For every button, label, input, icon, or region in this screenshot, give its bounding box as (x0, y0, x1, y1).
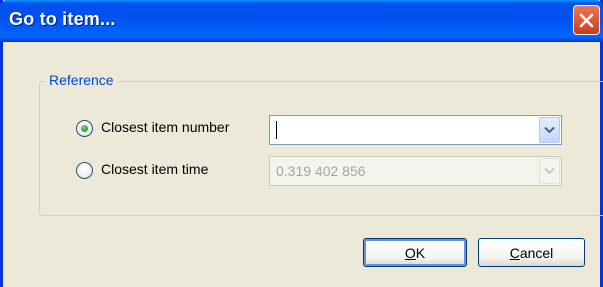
closest-item-time-radio[interactable] (76, 162, 93, 179)
chevron-down-icon (544, 162, 555, 180)
chevron-down-icon (544, 121, 555, 139)
ok-label-rest: K (415, 244, 426, 261)
ok-button[interactable]: OK (363, 238, 467, 267)
cancel-button[interactable]: Cancel (478, 238, 585, 267)
radio-selected-dot (81, 125, 88, 132)
item-time-dropdown-button[interactable] (539, 158, 560, 184)
item-time-value: 0.319 402 856 (276, 163, 366, 179)
text-caret (276, 121, 277, 139)
reference-groupbox (39, 81, 603, 216)
item-number-combobox[interactable] (269, 115, 562, 145)
window-title: Go to item... (9, 9, 116, 29)
dialog-window: Go to item... Reference Closest item num… (0, 0, 603, 287)
closest-item-number-radio[interactable] (76, 120, 93, 137)
item-number-dropdown-button[interactable] (539, 117, 560, 143)
cancel-mnemonic: C (509, 244, 520, 261)
item-time-combobox[interactable]: 0.319 402 856 (269, 156, 562, 186)
reference-group-label: Reference (45, 72, 118, 88)
close-icon (579, 13, 594, 28)
closest-item-number-label[interactable]: Closest item number (101, 119, 229, 135)
ok-mnemonic: O (404, 244, 416, 261)
close-button[interactable] (573, 5, 600, 35)
closest-item-time-label[interactable]: Closest item time (101, 161, 208, 177)
cancel-label-rest: ancel (519, 244, 554, 261)
title-bar[interactable]: Go to item... (0, 0, 603, 42)
